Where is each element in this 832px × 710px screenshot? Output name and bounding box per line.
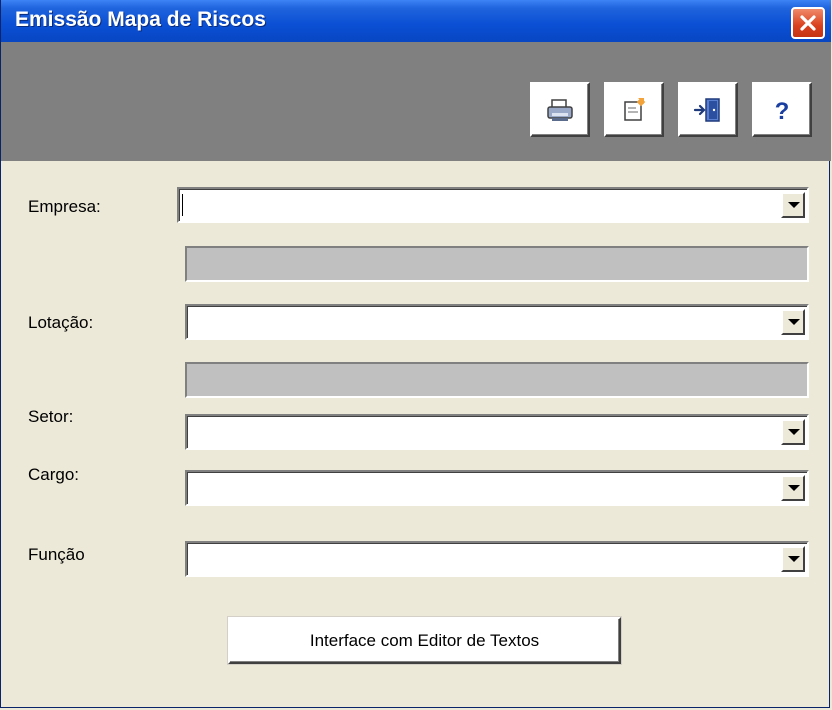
- funcao-dropdown-button[interactable]: [781, 546, 805, 572]
- setor-combo[interactable]: [185, 414, 809, 450]
- close-button[interactable]: [791, 7, 825, 39]
- cargo-dropdown-button[interactable]: [781, 475, 805, 501]
- help-button[interactable]: ?: [752, 82, 812, 137]
- exit-button[interactable]: [678, 82, 738, 137]
- text-caret: [182, 194, 183, 216]
- lotacao-dropdown-button[interactable]: [781, 309, 805, 335]
- lotacao-combo[interactable]: [185, 304, 809, 340]
- window: Emissão Mapa de Riscos ? Empresa: Lotaçã…: [0, 0, 831, 708]
- cargo-label: Cargo:: [28, 465, 80, 484]
- edit-button[interactable]: [604, 82, 664, 137]
- empresa-combo[interactable]: [177, 187, 809, 223]
- lotacao-description-field: [185, 362, 809, 398]
- close-icon: [800, 15, 816, 31]
- help-icon: ?: [775, 98, 790, 124]
- funcao-combo[interactable]: [185, 541, 809, 577]
- editor-interface-button[interactable]: Interface com Editor de Textos: [228, 617, 621, 664]
- chevron-down-icon: [788, 202, 800, 208]
- funcao-label: Função: [28, 545, 85, 564]
- empresa-dropdown-button[interactable]: [781, 192, 805, 218]
- edit-document-icon: [624, 97, 646, 121]
- svg-text:?: ?: [775, 98, 790, 124]
- window-title: Emissão Mapa de Riscos: [15, 8, 266, 31]
- chevron-down-icon: [788, 485, 800, 491]
- chevron-down-icon: [788, 429, 800, 435]
- print-button[interactable]: [530, 82, 590, 137]
- empresa-label: Empresa:: [28, 197, 101, 216]
- exit-door-icon: [693, 97, 720, 122]
- lotacao-label: Lotação:: [28, 313, 94, 332]
- cargo-combo[interactable]: [185, 470, 809, 506]
- toolbar: ?: [1, 42, 831, 161]
- chevron-down-icon: [788, 556, 800, 562]
- printer-icon: [547, 98, 573, 121]
- empresa-description-field: [185, 246, 809, 282]
- setor-dropdown-button[interactable]: [781, 419, 805, 445]
- setor-label: Setor:: [28, 407, 74, 426]
- title-bar[interactable]: Emissão Mapa de Riscos: [1, 0, 831, 42]
- chevron-down-icon: [788, 319, 800, 325]
